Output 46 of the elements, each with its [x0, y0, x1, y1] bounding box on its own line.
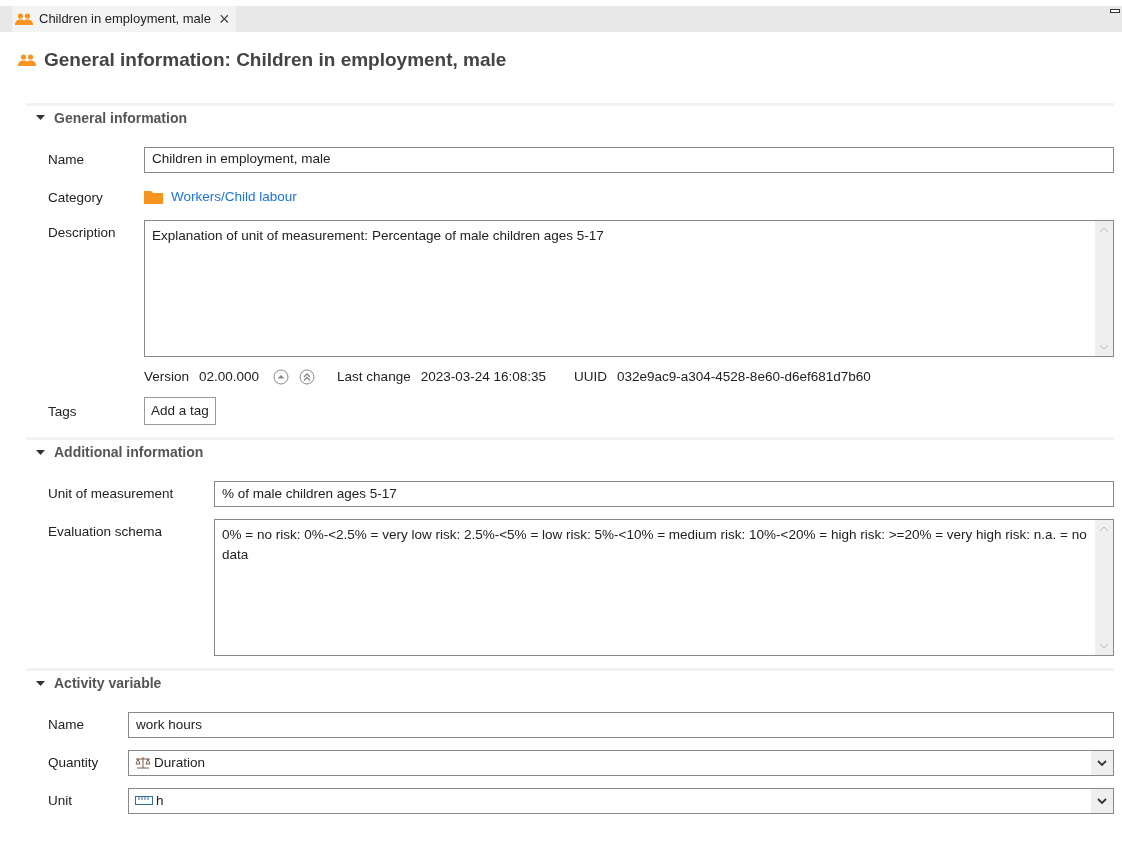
- field-label: Unit: [48, 792, 73, 810]
- section-header[interactable]: General information: [26, 102, 1114, 129]
- field-label: Description: [48, 223, 117, 242]
- field-label: Category: [48, 188, 104, 207]
- page-title: General information: Children in employment, male: [44, 48, 507, 72]
- uuid-value: 032e9ac9-a304-4528-8e60-d6ef681d7b60: [617, 367, 871, 386]
- field-label: Name: [48, 150, 85, 169]
- scroll-down-icon[interactable]: [1099, 643, 1109, 649]
- category-link[interactable]: Workers/Child labour: [171, 186, 297, 207]
- scroll-up-icon[interactable]: [1099, 226, 1109, 233]
- expanded-arrow-icon: [36, 680, 45, 687]
- scrollbar[interactable]: [1095, 220, 1113, 356]
- field-label: Quantity: [48, 754, 100, 772]
- minimize-icon[interactable]: [1110, 9, 1120, 13]
- expanded-arrow-icon: [36, 449, 45, 456]
- scale-icon: [135, 757, 151, 769]
- editor-tab[interactable]: Children in employment, male ×: [12, 6, 237, 32]
- people-icon: [15, 13, 33, 25]
- field-label: Unit of measurement: [48, 485, 175, 503]
- combo-box[interactable]: Duration: [128, 750, 1114, 776]
- text-field[interactable]: Children in employment, male: [144, 146, 1114, 173]
- field-label: Tags: [48, 403, 78, 421]
- field-label: Version: [144, 367, 190, 386]
- text-field[interactable]: work hours: [128, 712, 1114, 738]
- text-area[interactable]: Explanation of unit of measurement: Percentage of male children ages 5-17: [144, 219, 1114, 357]
- field-label: Evaluation schema: [48, 523, 164, 541]
- add-tag-button[interactable]: Add a tag: [144, 397, 216, 425]
- field-label: Last change: [337, 367, 411, 386]
- folder-icon: [144, 189, 163, 204]
- people-icon: [18, 54, 36, 67]
- tab-label: Children in employment, male: [39, 10, 211, 29]
- scrollbar[interactable]: [1095, 520, 1113, 655]
- expanded-arrow-icon: [36, 115, 45, 121]
- scroll-up-icon[interactable]: [1099, 526, 1109, 532]
- field-label: Name: [48, 716, 85, 734]
- close-icon[interactable]: ×: [218, 10, 230, 28]
- version-value: 02.00.000: [199, 367, 260, 386]
- text-field[interactable]: % of male children ages 5-17: [214, 481, 1114, 507]
- combo-box[interactable]: h: [128, 788, 1114, 814]
- ruler-icon: [135, 796, 153, 806]
- scroll-down-icon[interactable]: [1099, 343, 1109, 350]
- last-change-value: 2023-03-24 16:08:35: [420, 367, 546, 386]
- section-header[interactable]: Additional information: [26, 437, 1114, 463]
- section-header[interactable]: Activity variable: [26, 668, 1114, 694]
- field-label: UUID: [574, 367, 607, 386]
- text-area[interactable]: 0% = no risk: 0%-<2.5% = very low risk: 2.5%-<5% = low risk: 5%-<10% = medium risk: 10%-<20% = high risk: >=20% = very high risk: n.a. = no data: [214, 519, 1114, 656]
